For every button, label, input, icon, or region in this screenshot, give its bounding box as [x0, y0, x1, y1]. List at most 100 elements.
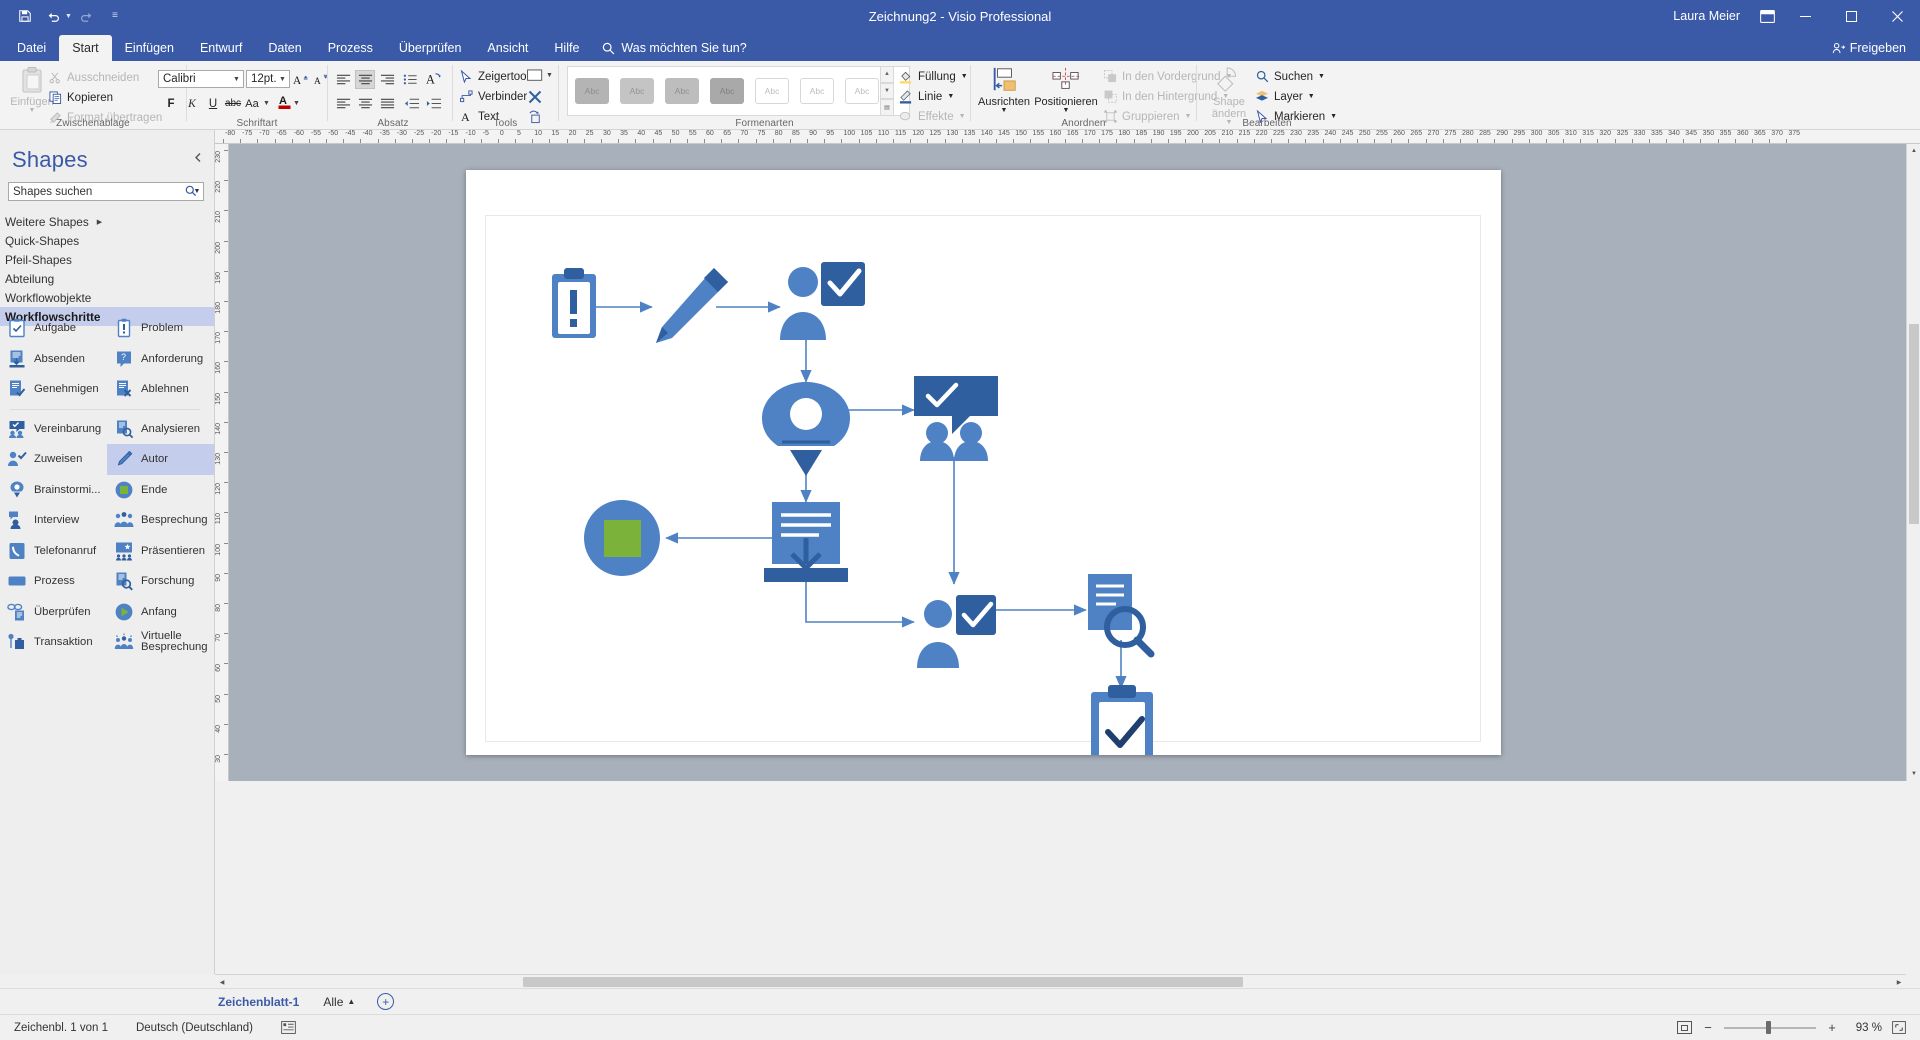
diagram-node-zuweisen[interactable]	[780, 262, 865, 340]
shape-item-zuweisen[interactable]: Zuweisen	[0, 444, 107, 475]
ribbon-display-options-icon[interactable]	[1752, 0, 1782, 32]
scroll-down-arrow-icon[interactable]: ▼	[1907, 767, 1920, 781]
shape-item-praesentieren[interactable]: Präsentieren	[107, 536, 214, 567]
diagram-node-aufgabe3[interactable]	[1091, 685, 1153, 755]
bullet-list-button[interactable]	[400, 70, 420, 89]
close-button[interactable]	[1874, 0, 1920, 32]
shapes-search-button[interactable]	[185, 185, 197, 197]
share-button[interactable]: Freigeben	[1818, 35, 1920, 61]
shape-style-swatch[interactable]: Abc	[841, 70, 883, 112]
tab-daten[interactable]: Daten	[255, 35, 314, 61]
zoom-slider[interactable]	[1724, 1021, 1816, 1035]
language-status[interactable]: Deutsch (Deutschland)	[122, 1022, 267, 1034]
change-case-caret-icon[interactable]: ▼	[263, 100, 270, 107]
gallery-scroll-down[interactable]: ▼	[880, 83, 894, 100]
find-button[interactable]: Suchen ▼	[1255, 68, 1325, 85]
grow-font-button[interactable]: A	[291, 70, 311, 89]
font-color-button[interactable]: A	[275, 92, 295, 111]
zoom-out-button[interactable]: −	[1702, 1020, 1714, 1035]
layers-button[interactable]: Layer ▼	[1255, 88, 1315, 105]
drawing-page[interactable]	[466, 170, 1501, 755]
shape-item-virtuelle-besprechung[interactable]: Virtuelle Besprechung	[107, 627, 214, 658]
line-caret-icon[interactable]: ▼	[947, 93, 954, 100]
align-caret-icon[interactable]: ▼	[1001, 108, 1008, 114]
align-center-button[interactable]	[355, 70, 375, 89]
scroll-right-arrow-icon[interactable]: ▶	[1892, 975, 1906, 989]
gallery-scroll-buttons[interactable]: ▲ ▼ ▤	[880, 66, 894, 116]
diagram-node-forschung[interactable]	[1088, 574, 1151, 654]
align-middle-button[interactable]	[355, 94, 375, 113]
italic-button[interactable]: K	[182, 94, 202, 113]
shape-item-analysieren[interactable]: Analysieren	[107, 414, 214, 445]
position-caret-icon[interactable]: ▼	[1063, 108, 1070, 114]
shape-style-swatch[interactable]: Abc	[571, 70, 613, 112]
shape-item-anfang[interactable]: Anfang	[107, 597, 214, 628]
tab-prozess[interactable]: Prozess	[315, 35, 386, 61]
minimize-button[interactable]	[1782, 0, 1828, 32]
diagram-node-autor[interactable]	[656, 268, 728, 343]
fit-page-icon[interactable]	[1677, 1021, 1692, 1034]
pointer-tool-button[interactable]: Zeigertool	[459, 68, 529, 85]
shape-item-ueberpruefen[interactable]: Überprüfen	[0, 597, 107, 628]
shape-style-swatch[interactable]: Abc	[751, 70, 793, 112]
tell-me-box[interactable]: Was möchten Sie tun?	[592, 35, 756, 61]
user-name[interactable]: Laura Meier	[1673, 9, 1752, 23]
shape-item-autor[interactable]: Autor	[107, 444, 214, 475]
stencil-item-abteilung[interactable]: Abteilung	[0, 269, 214, 288]
scroll-up-arrow-icon[interactable]: ▲	[1907, 144, 1920, 158]
font-color-caret-icon[interactable]: ▼	[293, 100, 300, 107]
shape-styles-gallery[interactable]: Abc Abc Abc Abc Abc Abc Abc	[567, 66, 910, 116]
shape-style-swatch[interactable]: Abc	[661, 70, 703, 112]
zoom-level-value[interactable]: 93 %	[1848, 1022, 1882, 1034]
all-pages-button[interactable]: Alle ▲	[323, 995, 355, 1009]
diagram-node-brainstorming[interactable]	[762, 382, 850, 476]
shape-item-genehmigen[interactable]: Genehmigen	[0, 374, 107, 405]
find-caret-icon[interactable]: ▼	[1318, 73, 1325, 80]
page-count-status[interactable]: Zeichenbl. 1 von 1	[0, 1022, 122, 1034]
fit-window-icon[interactable]	[1892, 1021, 1906, 1034]
align-right-button[interactable]	[377, 70, 397, 89]
zoom-in-button[interactable]: +	[1826, 1020, 1838, 1035]
tab-hilfe[interactable]: Hilfe	[541, 35, 592, 61]
shape-item-telefonanruf[interactable]: Telefonanruf	[0, 536, 107, 567]
shape-item-ende[interactable]: Ende	[107, 475, 214, 506]
shape-style-swatch[interactable]: Abc	[706, 70, 748, 112]
shape-item-interview[interactable]: Interview	[0, 505, 107, 536]
scroll-left-arrow-icon[interactable]: ◀	[215, 975, 229, 989]
increase-indent-button[interactable]	[424, 94, 444, 113]
stencil-item-workflowobjekte[interactable]: Workflowobjekte	[0, 288, 214, 307]
gallery-scroll-up[interactable]: ▲	[880, 66, 894, 83]
paste-caret-icon[interactable]: ▼	[29, 108, 36, 114]
tab-ueberpruefen[interactable]: Überprüfen	[386, 35, 475, 61]
undo-icon[interactable]	[40, 4, 66, 28]
line-button[interactable]: Linie ▼	[899, 88, 954, 105]
vertical-scroll-thumb[interactable]	[1909, 324, 1919, 524]
horizontal-scroll-thumb[interactable]	[523, 977, 1243, 987]
tab-datei[interactable]: Datei	[4, 35, 59, 61]
fill-caret-icon[interactable]: ▼	[961, 73, 968, 80]
align-top-button[interactable]	[333, 94, 353, 113]
add-page-icon[interactable]: +	[377, 993, 394, 1010]
shape-style-swatch[interactable]: Abc	[796, 70, 838, 112]
diagram-node-aufgabe2[interactable]	[917, 595, 996, 668]
shape-dropdown-caret-icon[interactable]: ▼	[546, 72, 553, 79]
vertical-ruler[interactable]: 2302202102001901801701601501401301201101…	[215, 144, 229, 781]
align-justify-button[interactable]	[377, 94, 397, 113]
shape-item-problem[interactable]: Problem	[107, 313, 214, 344]
stencil-item-weitere-shapes[interactable]: Weitere Shapes ▶	[0, 212, 214, 231]
tab-entwurf[interactable]: Entwurf	[187, 35, 255, 61]
horizontal-scrollbar[interactable]: ◀ ▶	[215, 974, 1906, 988]
chevron-left-icon[interactable]	[193, 152, 204, 163]
shape-item-anforderung[interactable]: ? Anforderung	[107, 344, 214, 375]
connector-tool-button[interactable]: Verbinder	[459, 88, 527, 105]
zoom-slider-knob[interactable]	[1766, 1021, 1771, 1034]
font-family-combo[interactable]: Calibri ▼	[158, 70, 244, 88]
align-left-button[interactable]	[333, 70, 353, 89]
customize-qat-icon[interactable]: ≡	[102, 4, 128, 28]
shape-item-transaktion[interactable]: Transaktion	[0, 627, 107, 658]
chevron-down-icon[interactable]: ▼	[230, 76, 243, 83]
decrease-indent-button[interactable]	[402, 94, 422, 113]
diagram-node-absenden[interactable]	[764, 502, 848, 582]
diagram-node-ende[interactable]	[584, 500, 660, 576]
copy-button[interactable]: Kopieren	[48, 89, 113, 106]
